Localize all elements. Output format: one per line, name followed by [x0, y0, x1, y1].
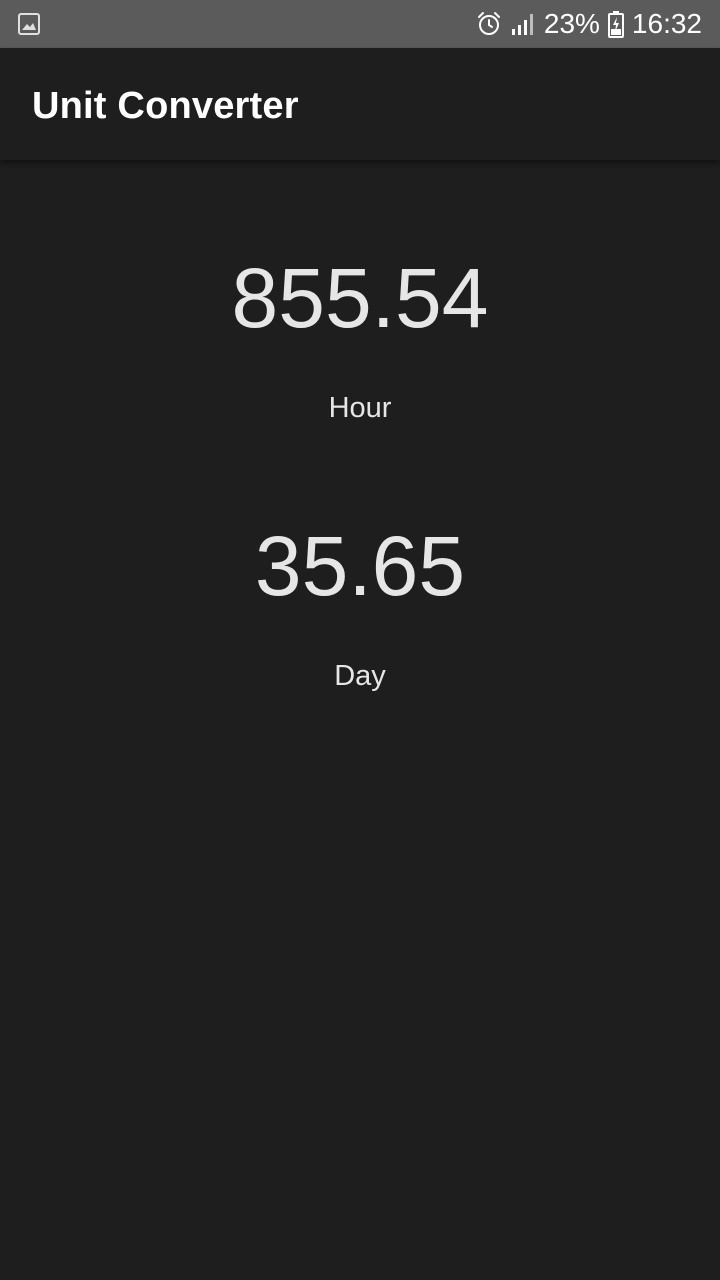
result-unit-hour: Hour	[328, 392, 392, 424]
status-bar: 23% 16:32	[0, 0, 720, 48]
results-panel: 855.54 Hour 35.65 Day	[0, 160, 720, 1280]
cell-signal-icon	[510, 11, 536, 37]
result-value-day: 35.65	[254, 519, 466, 613]
battery-charging-icon	[607, 10, 624, 38]
image-notification-icon	[17, 12, 41, 36]
status-indicators: 23% 16:32	[476, 0, 702, 48]
status-time: 16:32	[631, 8, 702, 39]
result-value-hour: 855.54	[231, 251, 489, 345]
result-unit-day: Day	[334, 660, 386, 692]
app-screen: 23% 16:32 Unit Converter 855.54 Hour 35.…	[0, 0, 720, 1280]
alarm-icon	[476, 11, 502, 37]
app-title: Unit Converter	[32, 85, 299, 127]
battery-percent: 23%	[543, 8, 600, 39]
app-bar: Unit Converter	[0, 48, 720, 160]
